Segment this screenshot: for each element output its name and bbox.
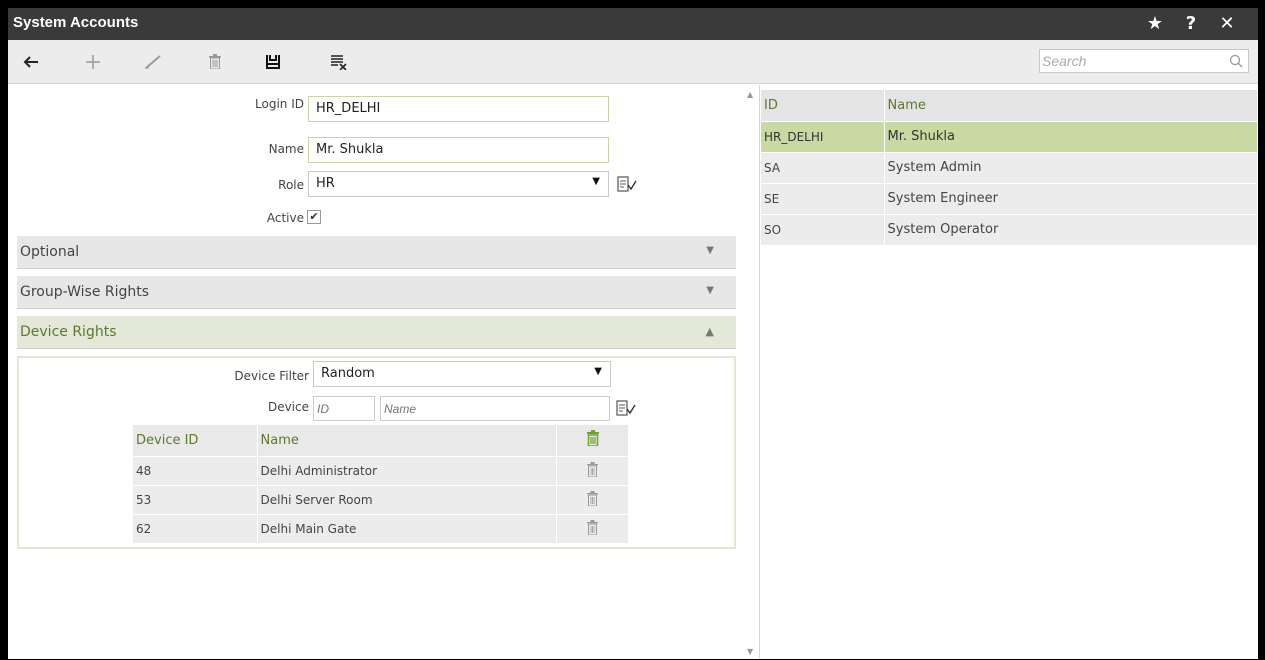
system-accounts-window: System Accounts ★ ? ✕ Search Login ID HR… [8,8,1258,659]
trash-icon[interactable] [556,455,629,485]
table-row[interactable]: SO System Operator [761,213,1258,245]
login-id-label: Login ID [255,97,304,111]
device-id-cell: 48 [133,455,258,485]
name-input[interactable]: Mr. Shukla [308,137,609,163]
device-lookup-icon[interactable] [616,400,636,420]
account-name-cell: System Operator [884,213,1258,245]
device-table-header: Device ID Name [133,425,629,456]
trash-icon[interactable] [556,513,629,543]
delete-all-trash-icon[interactable] [556,425,629,456]
account-id-cell: SA [761,151,885,183]
account-id-cell: SE [761,182,885,214]
account-name-cell: Mr. Shukla [884,120,1258,152]
active-label: Active [266,211,304,225]
close-icon[interactable]: ✕ [1214,12,1240,36]
name-label-cell: Name [208,133,304,159]
section-optional-title: Optional [20,244,80,260]
table-row-selected[interactable]: HR_DELHI Mr. Shukla [761,120,1258,152]
account-name-cell: System Engineer [884,182,1258,214]
device-filter-selected-value: Random [321,366,375,381]
device-name-cell: Delhi Server Room [257,484,557,514]
scroll-up-arrow-icon[interactable]: ▲ [747,90,753,99]
vertical-scrollbar[interactable]: ▲ ▼ [743,85,760,659]
role-lookup-icon[interactable] [617,176,637,196]
device-id-cell: 62 [133,513,258,543]
dropdown-arrow-icon: ▼ [594,366,602,377]
search-box[interactable] [1039,49,1249,73]
device-name-cell: Delhi Administrator [257,455,557,485]
title-bar: System Accounts ★ ? ✕ [8,8,1258,40]
device-filter-label-cell: Device Filter [199,364,309,390]
device-filter-select[interactable]: Random ▼ [313,361,611,387]
table-row[interactable]: 48 Delhi Administrator [133,455,629,485]
search-icon[interactable] [1229,53,1243,68]
search-input[interactable] [1042,51,1222,71]
section-device-rights-title: Device Rights [20,324,117,340]
accounts-list-panel: ID Name HR_DELHI Mr. Shukla SA System Ad… [761,85,1258,659]
back-arrow-icon[interactable] [16,48,46,76]
edit-pencil-icon[interactable] [138,48,168,76]
save-icon[interactable] [258,48,288,76]
section-group-rights-title: Group-Wise Rights [20,284,150,300]
table-row[interactable]: 53 Delhi Server Room [133,484,629,514]
window-title: System Accounts [13,14,139,31]
trash-icon[interactable] [556,484,629,514]
dropdown-arrow-icon: ▼ [592,176,600,187]
role-label: Role [278,178,304,192]
column-name[interactable]: Name [884,90,1258,121]
device-rights-table: Device ID Name 48 Delhi Administrator 53… [133,425,629,543]
role-label-cell: Role [208,169,304,195]
account-id-cell: HR_DELHI [761,120,885,152]
column-device-name[interactable]: Name [257,425,557,456]
chevron-up-icon: ▲ [705,325,714,338]
device-id-input[interactable] [313,396,375,421]
favorite-star-icon[interactable]: ★ [1142,12,1168,36]
active-label-cell: Active [208,206,304,232]
chevron-down-icon: ▼ [706,285,714,296]
role-selected-value: HR [316,176,335,191]
account-id-cell: SO [761,213,885,245]
help-icon[interactable]: ? [1178,12,1204,36]
table-row[interactable]: 62 Delhi Main Gate [133,513,629,543]
login-id-input[interactable]: HR_DELHI [308,96,609,122]
accounts-table: ID Name HR_DELHI Mr. Shukla SA System Ad… [761,90,1258,245]
device-label: Device [267,400,309,414]
add-plus-icon[interactable] [78,48,108,76]
active-checkbox[interactable]: ✔ [307,210,321,224]
column-device-id[interactable]: Device ID [133,425,258,456]
scroll-down-arrow-icon[interactable]: ▼ [747,647,753,656]
chevron-down-icon: ▼ [706,245,714,256]
column-id[interactable]: ID [761,90,885,121]
role-select[interactable]: HR ▼ [308,171,609,197]
account-form-panel: Login ID HR_DELHI Name Mr. Shukla Role H… [8,85,743,659]
section-optional[interactable]: Optional ▼ [17,236,736,269]
table-row[interactable]: SA System Admin [761,151,1258,183]
clear-form-icon[interactable] [324,48,354,76]
device-name-cell: Delhi Main Gate [257,513,557,543]
device-name-input[interactable] [380,396,610,421]
toolbar [8,40,1258,84]
section-group-wise-rights[interactable]: Group-Wise Rights ▼ [17,276,736,309]
delete-trash-icon[interactable] [200,48,230,76]
device-id-cell: 53 [133,484,258,514]
account-name-cell: System Admin [884,151,1258,183]
table-row[interactable]: SE System Engineer [761,182,1258,214]
device-label-cell: Device [199,395,309,421]
section-device-rights[interactable]: Device Rights ▲ [17,316,736,349]
accounts-table-header: ID Name [761,90,1258,121]
device-rights-panel: Device Filter Random ▼ Device Device ID … [17,356,736,549]
login-id-label-cell: Login ID [208,92,304,118]
name-label: Name [268,142,304,156]
device-filter-label: Device Filter [234,369,309,383]
